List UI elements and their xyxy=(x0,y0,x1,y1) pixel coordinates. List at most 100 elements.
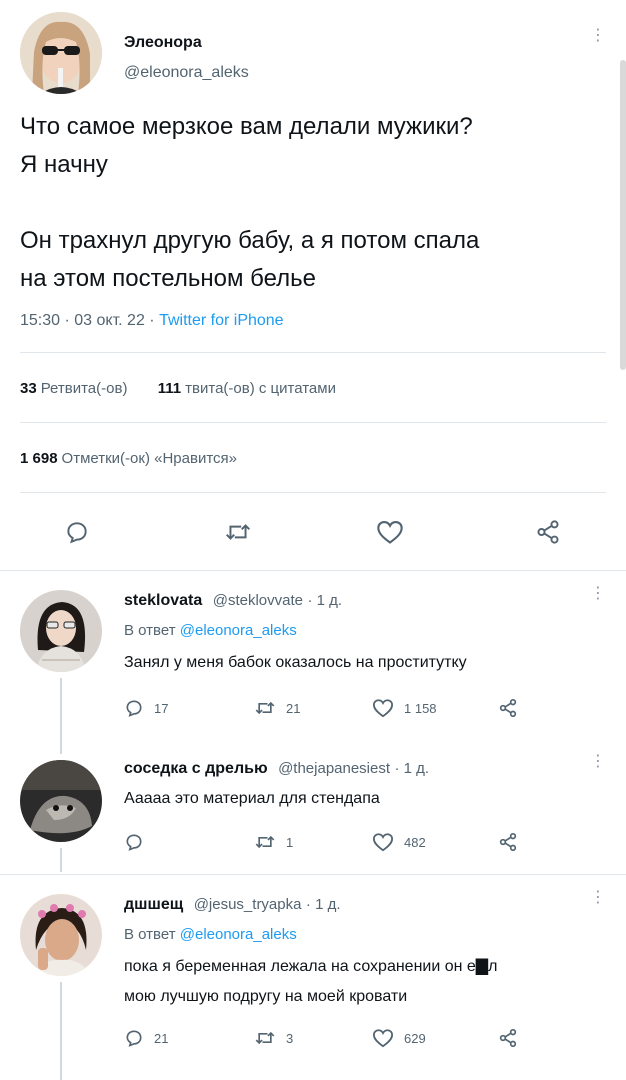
reply-text: Занял у меня бабок оказалось на проститу… xyxy=(124,648,604,678)
like-icon xyxy=(372,1029,394,1048)
share-button[interactable] xyxy=(498,1028,528,1048)
reply-header: соседка с дрелью @thejapanesiest · 1 д. xyxy=(124,760,429,778)
reply-avatar[interactable] xyxy=(20,760,102,842)
reply-text-line: Занял у меня бабок оказалось на проститу… xyxy=(124,654,467,671)
share-icon xyxy=(499,699,517,718)
retweet-button[interactable] xyxy=(216,510,260,554)
author-avatar[interactable] xyxy=(20,12,102,94)
reply-avatar[interactable] xyxy=(20,590,102,672)
replying-to-prefix: В ответ xyxy=(124,926,176,943)
tweet-meta: 15:30 · 03 окт. 22 · Twitter for iPhone xyxy=(20,312,284,329)
reply-text: Ааааа это материал для стендапа xyxy=(124,784,604,814)
reply-icon xyxy=(126,1030,142,1047)
reply-author-handle[interactable]: @steklovvate xyxy=(213,592,303,609)
reply-text: пока я беременная лежала на сохранении о… xyxy=(124,952,624,1012)
reply-age[interactable]: · 1 д. xyxy=(307,592,342,609)
divider xyxy=(20,352,606,353)
reply-author-name[interactable]: соседка с дрелью xyxy=(124,760,268,777)
reply-count: 21 xyxy=(154,1030,169,1046)
thread-line xyxy=(60,982,62,1080)
likes-label: Отметки(-ок) «Нравится» xyxy=(61,450,237,467)
share-button[interactable] xyxy=(498,832,528,852)
scrollbar[interactable] xyxy=(620,60,626,370)
divider xyxy=(20,422,606,423)
retweet-count: 3 xyxy=(286,1030,294,1046)
reply-author-handle[interactable]: @thejapanesiest xyxy=(278,760,390,777)
share-icon xyxy=(537,520,559,544)
like-button[interactable]: 482 xyxy=(372,832,426,852)
quotes-count: 111 xyxy=(157,380,182,397)
reply-icon xyxy=(126,834,142,851)
tweet-time[interactable]: 15:30 xyxy=(20,312,60,329)
tweet-date[interactable]: 03 окт. 22 xyxy=(74,312,145,329)
retweet-button[interactable]: 3 xyxy=(254,1028,293,1048)
like-count: 629 xyxy=(404,1030,426,1046)
share-button[interactable] xyxy=(526,510,570,554)
reply-count: 17 xyxy=(154,700,169,716)
more-icon[interactable]: ⋮ xyxy=(590,586,606,602)
reply-age[interactable]: · 1 д. xyxy=(394,760,429,777)
divider xyxy=(0,570,626,571)
tweet-text-line: Что самое мерзкое вам делали мужики? xyxy=(20,113,473,140)
like-icon xyxy=(372,699,394,718)
reply-text-line: пока я беременная лежала на сохранении о… xyxy=(124,958,498,975)
more-icon[interactable]: ⋮ xyxy=(590,754,606,770)
retweet-icon xyxy=(255,701,275,715)
author-handle[interactable]: @eleonora_aleks xyxy=(124,64,249,82)
thread-line xyxy=(60,678,62,754)
tweet-text-line: Я начну xyxy=(20,151,108,178)
replying-to-prefix: В ответ xyxy=(124,622,176,639)
like-button[interactable] xyxy=(368,510,412,554)
reply-author-handle[interactable]: @jesus_tryapka xyxy=(194,896,302,913)
share-icon xyxy=(499,833,517,852)
retweets-label: Ретвита(-ов) xyxy=(40,380,128,397)
share-icon xyxy=(499,1029,517,1048)
thread-line xyxy=(60,848,62,872)
reply-age[interactable]: · 1 д. xyxy=(306,896,341,913)
likes-count: 1 698 xyxy=(20,450,58,467)
reply-icon xyxy=(67,522,87,544)
replying-to: В ответ @eleonora_aleks xyxy=(124,622,297,639)
tweet-text-line: на этом постельном белье xyxy=(20,265,317,292)
reply-text-line: Ааааа это материал для стендапа xyxy=(124,790,380,807)
reply-text-line: мою лучшую подругу на моей кровати xyxy=(124,988,408,1005)
retweet-count: 1 xyxy=(286,834,294,850)
share-button[interactable] xyxy=(498,698,528,718)
reply-avatar[interactable] xyxy=(20,894,102,976)
reply-header: дшшещ @jesus_tryapka · 1 д. xyxy=(124,896,341,914)
author-name[interactable]: Элеонора xyxy=(124,34,202,52)
retweet-icon xyxy=(255,1031,275,1045)
reply-header: steklovata @steklovvate · 1 д. xyxy=(124,592,342,610)
reply-author-name[interactable]: steklovata xyxy=(124,592,202,609)
like-count: 1 158 xyxy=(404,700,437,716)
reply-button[interactable] xyxy=(124,832,154,852)
retweet-count: 21 xyxy=(286,700,301,716)
divider xyxy=(0,874,626,875)
like-button[interactable]: 1 158 xyxy=(372,698,437,718)
retweet-button[interactable]: 1 xyxy=(254,832,293,852)
retweets-count: 33 xyxy=(20,380,37,397)
likes-link[interactable]: 1 698 Отметки(-ок) «Нравится» xyxy=(20,450,237,467)
like-count: 482 xyxy=(404,834,426,850)
quotes-link[interactable]: 111 твита(-ов) с цитатами xyxy=(158,380,336,397)
retweet-button[interactable]: 21 xyxy=(254,698,300,718)
retweets-link[interactable]: 33 Ретвита(-ов) xyxy=(20,380,127,397)
reply-icon xyxy=(126,700,142,717)
reply-button[interactable] xyxy=(55,510,99,554)
more-icon[interactable]: ⋮ xyxy=(590,28,606,44)
reply-button[interactable]: 17 xyxy=(124,698,168,718)
reply-button[interactable]: 21 xyxy=(124,1028,168,1048)
divider xyxy=(20,492,606,493)
replying-to: В ответ @eleonora_aleks xyxy=(124,926,297,943)
retweet-icon xyxy=(255,835,275,849)
retweet-stats: 33 Ретвита(-ов) 111 твита(-ов) с цитатами xyxy=(20,380,336,397)
replying-to-mention[interactable]: @eleonora_aleks xyxy=(180,926,297,943)
reply-author-name[interactable]: дшшещ xyxy=(124,896,183,913)
tweet-text-line: Он трахнул другую бабу, а я потом спала xyxy=(20,227,480,254)
quotes-label: твита(-ов) с цитатами xyxy=(185,380,336,397)
retweet-icon xyxy=(226,524,250,540)
tweet-source[interactable]: Twitter for iPhone xyxy=(159,312,284,329)
like-button[interactable]: 629 xyxy=(372,1028,426,1048)
replying-to-mention[interactable]: @eleonora_aleks xyxy=(180,622,297,639)
more-icon[interactable]: ⋮ xyxy=(590,890,606,906)
